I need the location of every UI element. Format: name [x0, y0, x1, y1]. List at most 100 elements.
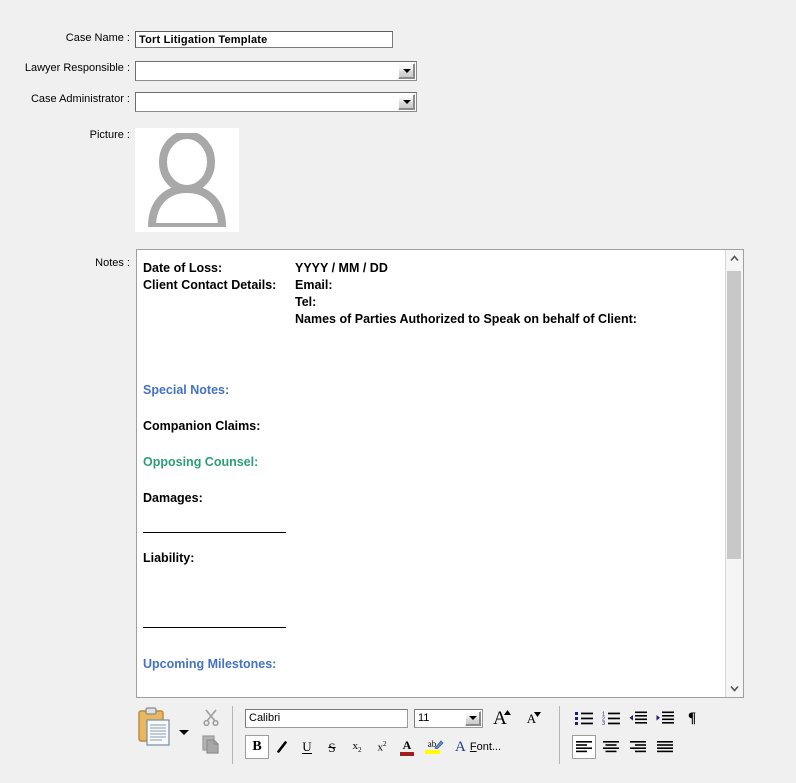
notes-row-left: Date of Loss: [143, 261, 223, 275]
picture-placeholder[interactable] [135, 128, 239, 232]
font-name-input[interactable] [245, 708, 408, 728]
notes-heading-companion-claims: Companion Claims: [143, 419, 261, 433]
lawyer-responsible-label: Lawyer Responsible : [24, 62, 130, 74]
subscript-icon: x2 [352, 739, 362, 755]
paragraph-row-bottom [572, 735, 704, 759]
notes-label: Notes : [95, 257, 130, 269]
notes-heading-special-notes: Special Notes: [143, 383, 230, 397]
decrease-indent-icon [629, 711, 647, 724]
strikethrough-icon: S [328, 739, 336, 755]
toolbar-separator [559, 706, 560, 764]
case-name-input[interactable] [135, 31, 393, 48]
notes-heading-upcoming-milestones: Upcoming Milestones: [143, 657, 277, 671]
notes-row: Client Contact Details: Email: [143, 277, 717, 294]
superscript-icon: x2 [377, 740, 387, 754]
chevron-down-icon[interactable] [398, 94, 415, 110]
align-center-button[interactable] [599, 735, 623, 759]
notes-heading-liability: Liability: [143, 551, 195, 565]
notes-rich-text-editor[interactable]: Date of Loss: YYYY / MM / DD Client Cont… [136, 249, 744, 698]
numbering-button[interactable]: 1 2 3 [599, 706, 623, 730]
grow-font-button[interactable]: A [489, 706, 515, 730]
align-left-button[interactable] [572, 735, 596, 759]
bullet-list-icon [575, 712, 593, 725]
paragraph-row-top: 1 2 3 ¶ [572, 706, 704, 730]
notes-row-left [143, 311, 295, 328]
subscript-button[interactable]: x2 [345, 735, 369, 759]
italic-button[interactable] [270, 735, 294, 759]
lawyer-responsible-combobox[interactable] [135, 61, 417, 81]
align-center-icon [603, 740, 619, 752]
grow-font-icon: A [493, 707, 507, 729]
align-right-button[interactable] [626, 735, 650, 759]
underline-icon: U [302, 739, 312, 754]
notes-row-right: Email: [295, 278, 333, 292]
cut-copy-group [202, 706, 220, 757]
person-silhouette-icon [148, 133, 226, 227]
shrink-font-button[interactable]: A [521, 706, 547, 730]
underline-button[interactable]: U [295, 735, 319, 759]
notes-row: Tel: [143, 294, 717, 311]
field-row-picture: Picture : [0, 128, 239, 232]
show-formatting-marks-button[interactable]: ¶ [680, 706, 704, 730]
font-color-swatch [400, 751, 414, 756]
scrollbar-thumb[interactable] [727, 271, 741, 559]
scrollbar-track[interactable] [726, 267, 743, 680]
font-dialog-label: Font... [469, 741, 502, 753]
field-row-case-name: Case Name : [0, 31, 393, 48]
paste-button[interactable] [136, 706, 190, 748]
formatting-toolbar: 11 A A B [136, 700, 796, 783]
justify-button[interactable] [653, 735, 677, 759]
chevron-down-icon[interactable] [465, 710, 481, 726]
bullets-button[interactable] [572, 706, 596, 730]
paste-dropdown-arrow-icon[interactable] [179, 729, 189, 735]
bold-button[interactable]: B [245, 735, 269, 759]
notes-row-right: Tel: [295, 295, 317, 309]
notes-row: Date of Loss: YYYY / MM / DD [143, 260, 717, 277]
clipboard-group [136, 700, 220, 757]
decrease-indent-button[interactable] [626, 706, 650, 730]
scroll-up-arrow-icon[interactable] [726, 250, 743, 267]
notes-row-left [143, 294, 295, 311]
align-left-icon [576, 740, 592, 752]
picture-label: Picture : [89, 129, 130, 141]
font-dialog-button[interactable]: A Font... [455, 739, 501, 756]
font-color-button[interactable]: A [395, 735, 419, 759]
font-row-top: 11 A A [245, 706, 547, 730]
notes-heading-opposing-counsel: Opposing Counsel: [143, 455, 259, 469]
italic-icon [277, 741, 287, 753]
highlight-swatch [424, 750, 440, 754]
bold-icon: B [252, 739, 262, 754]
superscript-button[interactable]: x2 [370, 735, 394, 759]
font-row-bottom: B U S x2 x2 A ab A Font... [245, 735, 547, 759]
font-size-value: 11 [418, 712, 430, 724]
chevron-down-icon[interactable] [398, 63, 415, 79]
copy-button[interactable] [202, 735, 220, 757]
field-row-lawyer-responsible: Lawyer Responsible : [0, 61, 417, 81]
case-administrator-label: Case Administrator : [30, 93, 130, 105]
field-row-case-administrator: Case Administrator : [0, 92, 417, 112]
pen-icon [433, 740, 444, 749]
increase-indent-button[interactable] [653, 706, 677, 730]
notes-vertical-scrollbar[interactable] [725, 250, 743, 697]
shrink-font-icon: A [526, 710, 537, 726]
pilcrow-icon: ¶ [687, 709, 697, 726]
case-administrator-combobox[interactable] [135, 92, 417, 112]
case-name-label: Case Name : [65, 32, 130, 44]
highlighter-icon: ab [424, 740, 444, 754]
scissors-icon [203, 709, 219, 727]
font-group: 11 A A B [245, 700, 547, 759]
notes-row: Names of Parties Authorized to Speak on … [143, 311, 717, 328]
notes-row-right: Names of Parties Authorized to Speak on … [295, 312, 637, 326]
paragraph-group: 1 2 3 ¶ [572, 700, 704, 759]
font-dialog-a-icon: A [455, 738, 466, 755]
notes-content[interactable]: Date of Loss: YYYY / MM / DD Client Cont… [137, 250, 725, 697]
justify-icon [657, 740, 673, 752]
clipboard-icon [138, 707, 170, 746]
copy-icon [202, 735, 219, 754]
cut-button[interactable] [202, 708, 220, 729]
svg-text:3: 3 [602, 721, 605, 725]
scroll-down-arrow-icon[interactable] [726, 680, 743, 697]
text-highlight-button[interactable]: ab [420, 735, 444, 759]
strikethrough-button[interactable]: S [320, 735, 344, 759]
font-size-combobox[interactable]: 11 [414, 708, 483, 728]
